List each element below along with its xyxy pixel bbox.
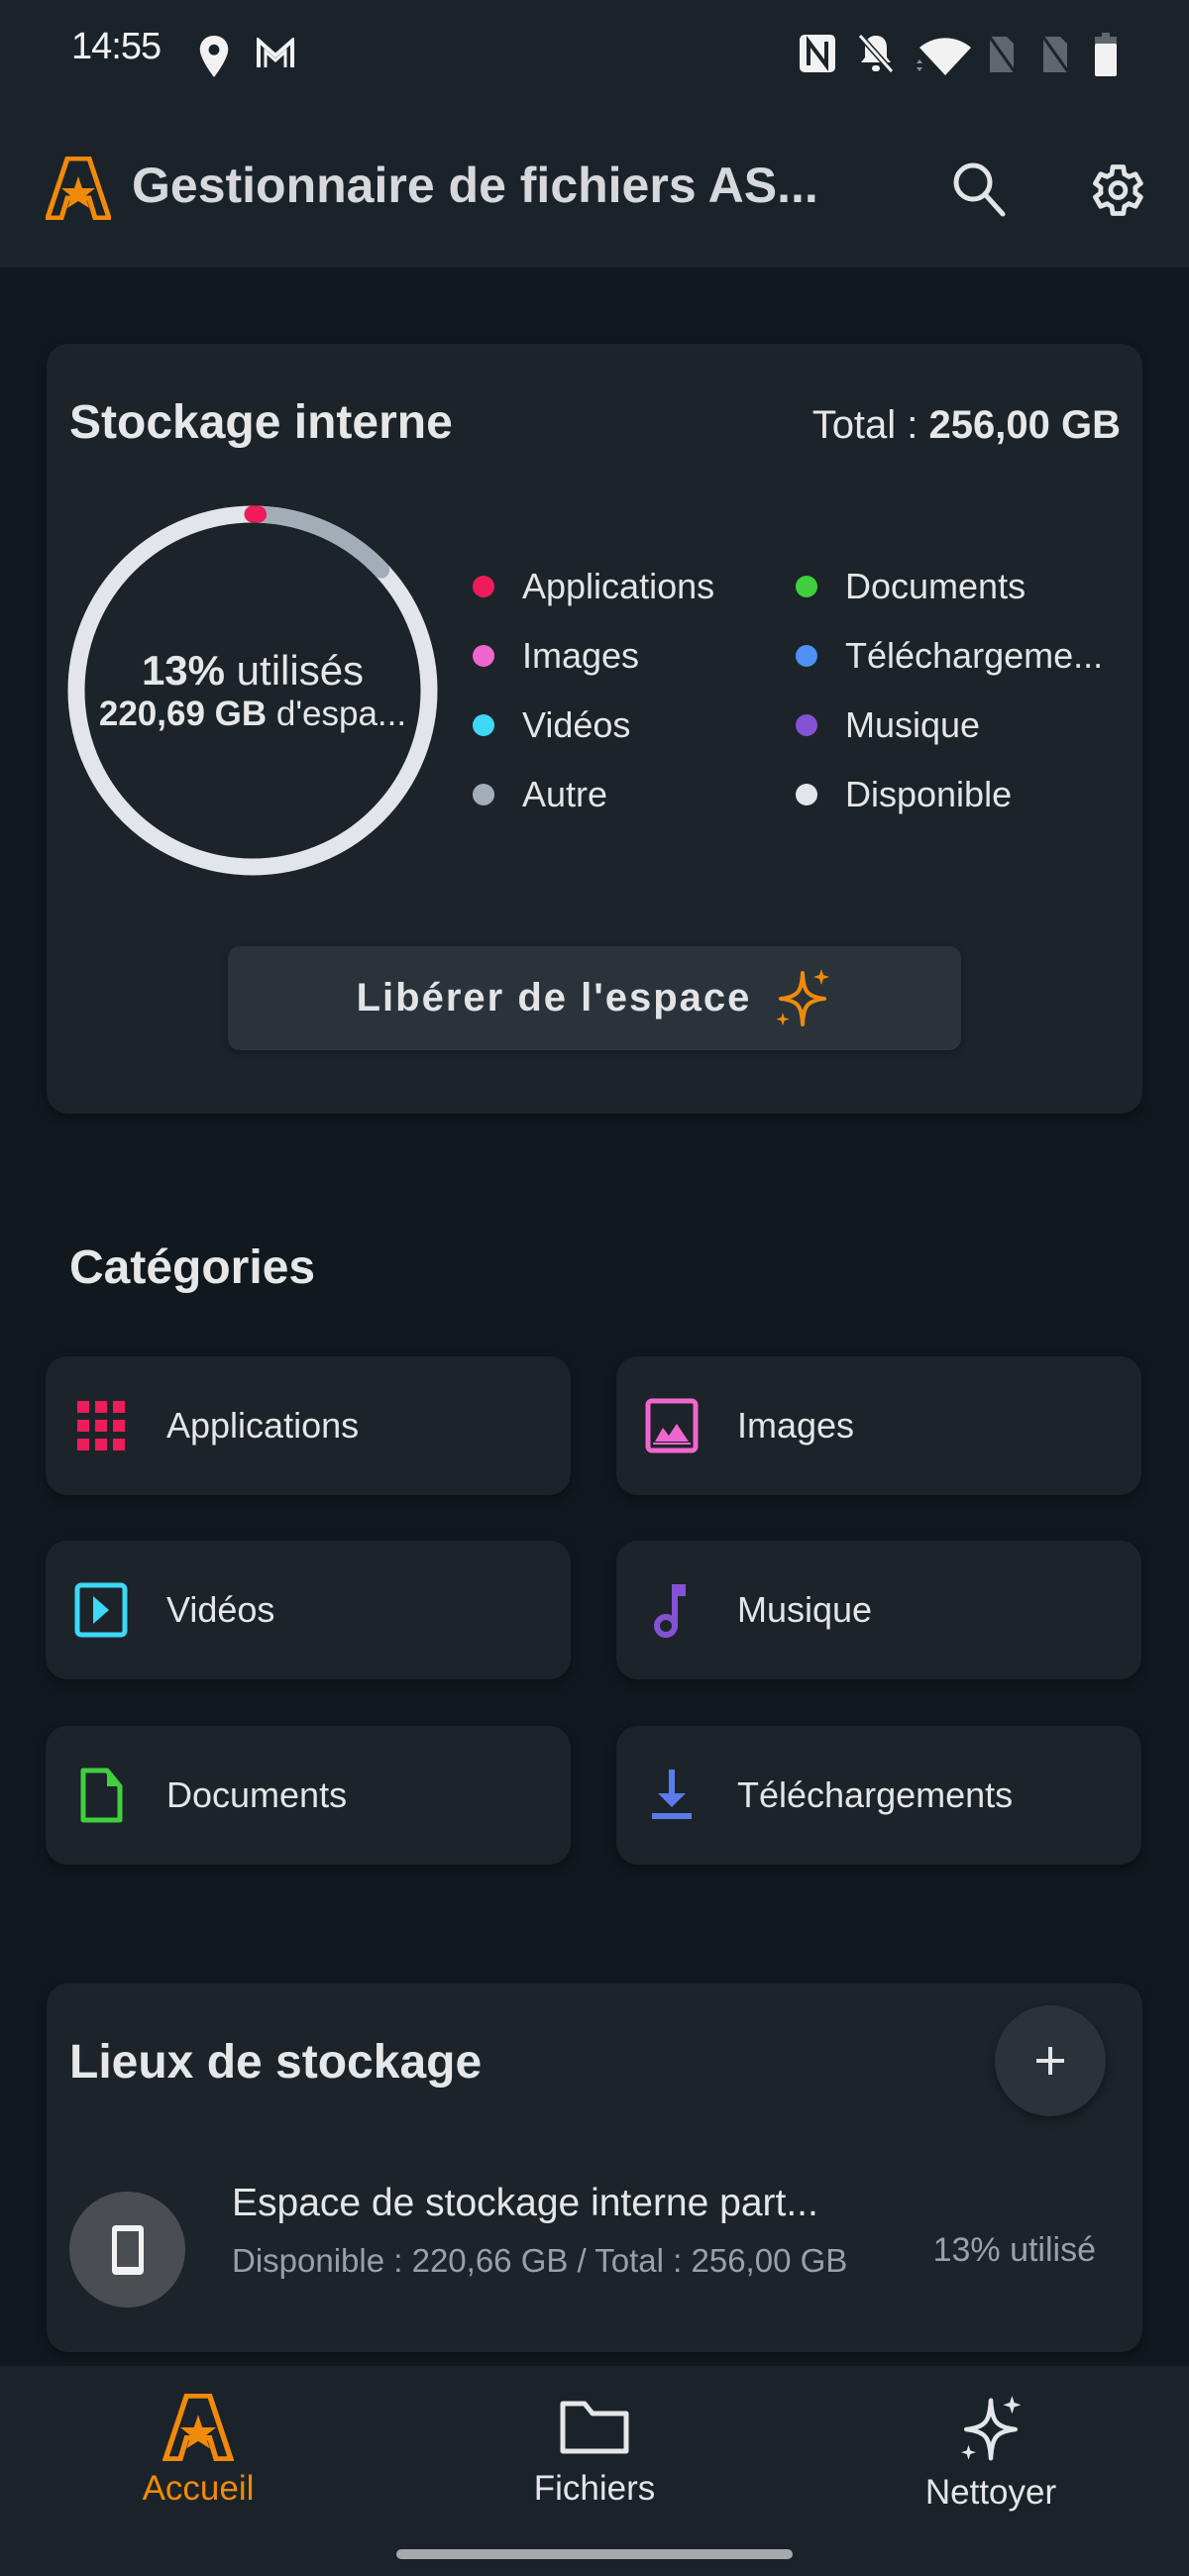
- no-sim-icon: [1040, 35, 1070, 74]
- app-title: Gestionnaire de fichiers AS...: [132, 158, 818, 213]
- apps-grid-icon: [73, 1398, 129, 1453]
- phone-icon: [111, 2224, 144, 2275]
- legend-dot: [473, 714, 494, 736]
- legend-item: Documents: [796, 562, 1127, 611]
- category-images[interactable]: Images: [616, 1356, 1141, 1495]
- storage-device-avatar: [69, 2192, 185, 2308]
- storage-location-detail: Disponible : 220,66 GB / Total : 256,00 …: [232, 2242, 848, 2279]
- storage-title: Stockage interne: [69, 396, 453, 449]
- video-icon: [73, 1582, 129, 1638]
- chart-legend: Applications Documents Images Téléchargeme.…: [473, 562, 1127, 819]
- category-videos[interactable]: Vidéos: [46, 1541, 571, 1679]
- location-icon: [199, 36, 229, 77]
- legend-label: Applications: [522, 566, 715, 606]
- gmail-icon: [257, 38, 294, 67]
- nav-home[interactable]: Accueil: [0, 2366, 396, 2524]
- used-percent-value: 13%: [141, 647, 225, 694]
- category-label: Téléchargements: [737, 1774, 1014, 1815]
- app-bar: Gestionnaire de fichiers AS...: [0, 109, 1189, 268]
- legend-dot: [796, 645, 817, 667]
- nfc-icon: [800, 35, 835, 72]
- legend-dot: [473, 645, 494, 667]
- storage-locations-title: Lieux de stockage: [69, 2036, 483, 2089]
- gesture-home-indicator[interactable]: [396, 2549, 793, 2559]
- search-icon[interactable]: [949, 159, 1011, 220]
- legend-label: Disponible: [845, 774, 1013, 814]
- nav-clean-label: Nettoyer: [924, 2473, 1057, 2512]
- nav-files[interactable]: Fichiers: [396, 2366, 793, 2524]
- legend-item: Images: [473, 631, 796, 681]
- categories-title: Catégories: [69, 1241, 316, 1294]
- category-label: Vidéos: [166, 1589, 275, 1630]
- settings-gear-icon[interactable]: [1084, 159, 1147, 222]
- category-music[interactable]: Musique: [616, 1541, 1141, 1679]
- used-percent-suffix: utilisés: [225, 647, 365, 694]
- image-icon: [644, 1398, 700, 1453]
- document-icon: [73, 1768, 129, 1823]
- music-note-icon: [644, 1582, 700, 1638]
- astro-logo-icon: [46, 157, 111, 220]
- status-bar: 14:55: [0, 0, 1189, 109]
- sparkle-icon: [776, 968, 830, 1026]
- total-value: 256,00 GB: [928, 403, 1121, 447]
- legend-label: Téléchargeme...: [845, 635, 1104, 676]
- legend-item: Vidéos: [473, 700, 796, 750]
- legend-label: Autre: [522, 774, 608, 814]
- storage-location-item[interactable]: Espace de stockage interne part... Dispo…: [47, 2162, 1142, 2340]
- legend-dot: [473, 576, 494, 597]
- legend-item: Applications: [473, 562, 796, 611]
- total-prefix: Total :: [811, 403, 929, 447]
- free-space-suffix: d'espa...: [267, 695, 407, 733]
- legend-item: Musique: [796, 700, 1127, 750]
- category-label: Applications: [166, 1405, 360, 1446]
- used-percent: 13% utilisés: [142, 647, 364, 695]
- free-up-space-button[interactable]: Libérer de l'espace: [228, 946, 961, 1050]
- category-label: Images: [737, 1405, 855, 1446]
- nav-clean[interactable]: Nettoyer: [793, 2366, 1189, 2524]
- legend-label: Vidéos: [522, 704, 631, 745]
- status-time: 14:55: [71, 26, 162, 67]
- legend-label: Musique: [845, 704, 981, 745]
- category-downloads[interactable]: Téléchargements: [616, 1726, 1141, 1865]
- download-icon: [644, 1768, 700, 1823]
- internal-storage-card[interactable]: Stockage interne Total : 256,00 GB 13% u…: [47, 344, 1142, 1114]
- legend-dot: [473, 784, 494, 805]
- category-label: Documents: [166, 1774, 348, 1815]
- wifi-icon: [917, 38, 971, 75]
- free-space-value: 220,69 GB: [98, 695, 268, 733]
- legend-item: Téléchargeme...: [796, 631, 1127, 681]
- plus-icon: [1036, 2047, 1064, 2075]
- free-space: 220,69 GB d'espa...: [84, 695, 421, 734]
- legend-dot: [796, 576, 817, 597]
- legend-item: Disponible: [796, 770, 1127, 819]
- add-storage-button[interactable]: [995, 2005, 1106, 2116]
- battery-icon: [1095, 33, 1117, 76]
- storage-donut-chart: 13% utilisés 220,69 GB d'espa...: [64, 502, 441, 879]
- category-applications[interactable]: Applications: [46, 1356, 571, 1495]
- storage-locations-card: Lieux de stockage Espace de stockage int…: [47, 1984, 1142, 2352]
- legend-item: Autre: [473, 770, 796, 819]
- bell-off-icon: [857, 34, 895, 73]
- storage-total: Total : 256,00 GB: [812, 403, 1121, 448]
- donut-center: 13% utilisés 220,69 GB d'espa...: [64, 502, 441, 879]
- legend-dot: [796, 714, 817, 736]
- no-sim-icon: [987, 35, 1017, 74]
- storage-location-name: Espace de stockage interne part...: [232, 2182, 818, 2224]
- storage-location-usage: 13% utilisé: [932, 2231, 1096, 2269]
- folder-icon: [560, 2401, 629, 2454]
- category-label: Musique: [737, 1589, 873, 1630]
- bottom-navigation: Accueil Fichiers Nettoyer: [0, 2366, 1189, 2576]
- nav-files-label: Fichiers: [533, 2469, 656, 2508]
- legend-label: Documents: [845, 566, 1027, 606]
- legend-dot: [796, 784, 817, 805]
- free-up-space-label: Libérer de l'espace: [356, 976, 752, 1020]
- category-documents[interactable]: Documents: [46, 1726, 571, 1865]
- sparkle-icon: [961, 2396, 1022, 2461]
- nav-home-label: Accueil: [142, 2469, 255, 2508]
- legend-label: Images: [522, 635, 640, 676]
- astro-logo-icon: [162, 2394, 234, 2461]
